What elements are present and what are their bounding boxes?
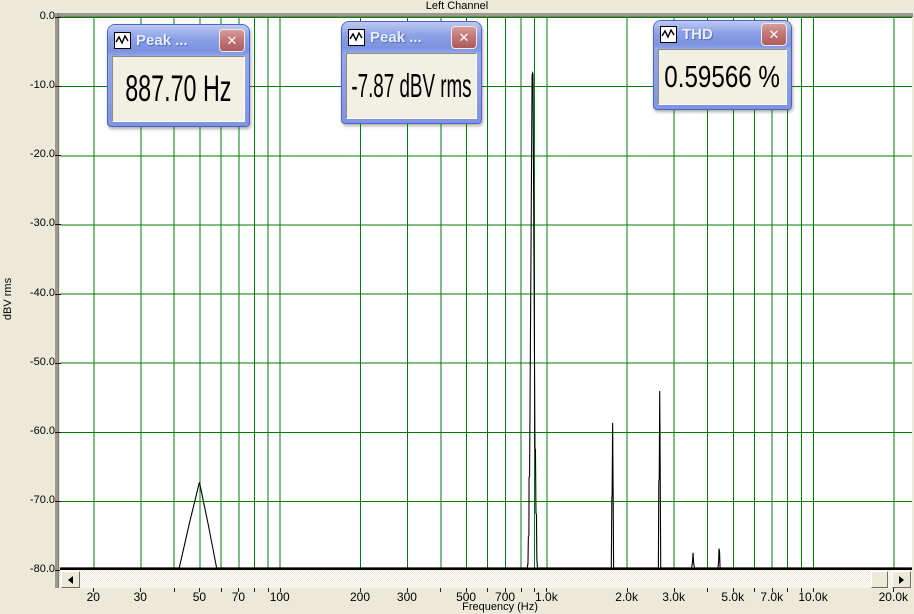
y-tick-label: -50.0	[29, 355, 55, 368]
analyzer-window: Left Channel dBV rms 0.0 -10.0 -20.0 -30.0 -…	[0, 0, 914, 614]
scroll-right-button[interactable]	[892, 571, 911, 588]
y-tick-mark	[55, 155, 61, 157]
meter-display: 0.59566 %	[658, 49, 787, 105]
close-icon[interactable]: ✕	[761, 23, 787, 46]
chart-title: Left Channel	[425, 0, 489, 12]
meter-titlebar[interactable]: THD ✕	[654, 21, 791, 48]
meter-window-peak-frequency: Peak ... ✕ 887.70 Hz	[107, 24, 250, 127]
scroll-left-button[interactable]	[61, 571, 80, 588]
y-tick-mark	[55, 362, 61, 364]
y-tick-mark	[55, 293, 61, 295]
meter-value: 887.70 Hz	[125, 68, 232, 109]
waveform-icon	[348, 28, 365, 46]
meter-display: -7.87 dBV rms	[346, 53, 477, 119]
waveform-icon	[660, 26, 677, 43]
close-icon[interactable]: ✕	[219, 28, 245, 52]
meter-window-peak-level: Peak ... ✕ -7.87 dBV rms	[341, 21, 482, 124]
y-tick-label: -70.0	[29, 493, 55, 506]
y-tick-mark	[55, 224, 61, 226]
y-tick-label: -30.0	[29, 217, 55, 230]
y-tick-label: -40.0	[29, 286, 55, 299]
y-tick-mark	[55, 431, 61, 433]
y-tick-mark	[55, 500, 61, 502]
close-icon[interactable]: ✕	[451, 25, 477, 49]
scroll-right-icon	[899, 575, 904, 584]
y-tick-label: 0.0	[39, 10, 55, 22]
meter-titlebar[interactable]: Peak ... ✕	[108, 25, 249, 55]
y-tick-label: -20.0	[29, 148, 55, 161]
y-tick-mark	[55, 17, 61, 18]
x-axis-label: Frequency (Hz)	[462, 601, 538, 613]
y-tick-label: -10.0	[29, 79, 55, 92]
meter-title: Peak ...	[370, 28, 422, 46]
scroll-left-icon	[68, 575, 73, 584]
y-tick-label: -80.0	[29, 563, 55, 575]
meter-display: 887.70 Hz	[112, 56, 245, 122]
horizontal-scrollbar[interactable]	[60, 570, 912, 588]
meter-title: Peak ...	[136, 31, 188, 49]
waveform-icon	[114, 31, 131, 49]
meter-value: -7.87 dBV rms	[351, 67, 472, 104]
scrollbar-thumb[interactable]	[871, 571, 888, 588]
meter-window-thd: THD ✕ 0.59566 %	[653, 20, 792, 110]
meter-title: THD	[682, 26, 713, 43]
y-tick-mark	[55, 86, 61, 88]
meter-titlebar[interactable]: Peak ... ✕	[342, 22, 481, 52]
y-tick-label: -60.0	[29, 424, 55, 437]
meter-value: 0.59566 %	[664, 59, 781, 94]
spectrum-trace	[60, 70, 912, 569]
y-axis-label: dBV rms	[2, 277, 14, 321]
